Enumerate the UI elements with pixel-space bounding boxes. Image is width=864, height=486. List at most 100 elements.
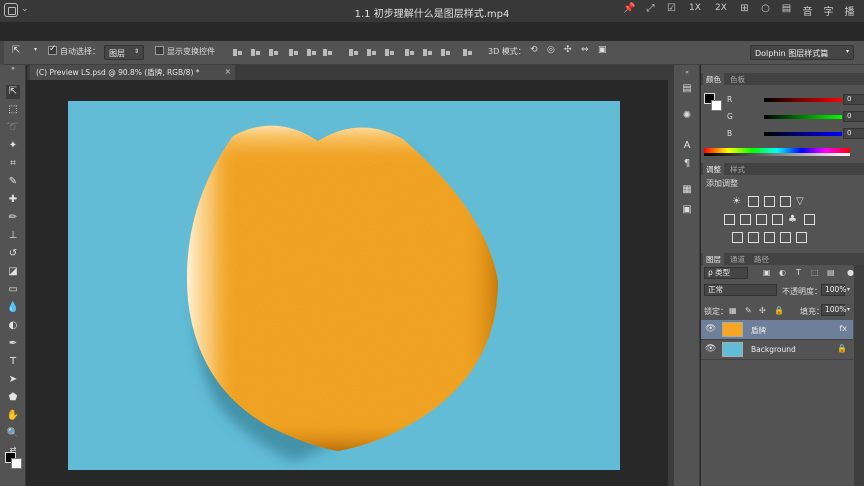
exposure-icon[interactable] (780, 196, 791, 207)
color-spectrum-bar[interactable] (704, 148, 850, 156)
pin-icon[interactable]: 📌 (619, 3, 640, 18)
threshold-icon[interactable] (764, 232, 775, 243)
panel-collapse-icon[interactable]: « (680, 69, 694, 77)
background-color-swatch[interactable] (11, 458, 22, 469)
document-canvas[interactable] (68, 101, 620, 470)
toolbox-collapse-icon[interactable]: » (6, 65, 20, 73)
speed-2x-button[interactable]: 2X (708, 3, 734, 18)
drag-3d-icon[interactable]: ✣ (564, 45, 572, 55)
eye-icon[interactable]: 👁 (705, 344, 716, 354)
magic-wand-tool-icon[interactable]: ✦ (6, 139, 20, 153)
tab-color[interactable]: 颜色 (703, 73, 724, 85)
auto-select-checkbox[interactable]: 自动选择： (48, 44, 100, 57)
filter-pixel-icon[interactable]: ▣ (763, 268, 771, 277)
layer-row-background[interactable]: 👁 Background 🔒 (701, 340, 853, 360)
distribute-hcenter-icon[interactable] (422, 47, 433, 58)
green-slider[interactable] (764, 115, 842, 119)
speed-1x-button[interactable]: 1X (682, 3, 708, 18)
swatches-panel-icon[interactable]: ▦ (680, 183, 694, 197)
gradient-map-icon[interactable] (796, 232, 807, 243)
workspace-switcher[interactable]: Dolphin 图层样式篇 ▾ (750, 45, 854, 60)
align-right-icon[interactable] (322, 47, 333, 58)
document-tab[interactable]: (C) Preview LS.psd @ 90.8% (盾牌, RGB/8) *… (30, 65, 235, 80)
grid-icon[interactable]: ⊞ (734, 3, 755, 18)
list-icon[interactable]: ▤ (776, 3, 797, 18)
dodge-tool-icon[interactable]: ◐ (6, 319, 20, 333)
blur-tool-icon[interactable]: 💧 (6, 301, 20, 315)
blue-value-field[interactable]: 0 (843, 128, 864, 139)
align-hcenter-icon[interactable] (306, 47, 317, 58)
color-balance-icon[interactable] (740, 214, 751, 225)
tab-paths[interactable]: 路径 (751, 253, 772, 265)
red-value-field[interactable]: 0 (843, 94, 864, 105)
pen-tool-icon[interactable]: ✒ (6, 337, 20, 351)
scale-3d-icon[interactable]: ▣ (598, 45, 607, 55)
distribute-right-icon[interactable] (440, 47, 451, 58)
slide-3d-icon[interactable]: ⇔ (581, 45, 589, 55)
auto-select-dropdown[interactable]: 图层 ⇕ (104, 45, 144, 60)
lasso-tool-icon[interactable]: ➰ (6, 121, 20, 135)
filter-smart-object-icon[interactable]: ▤ (827, 268, 835, 277)
tab-layers[interactable]: 图层 (703, 253, 724, 265)
distribute-vcenter-icon[interactable] (366, 47, 377, 58)
audio-button[interactable]: 音 (797, 3, 818, 18)
marquee-tool-icon[interactable]: ⬚ (6, 103, 20, 117)
layers-scrollbar[interactable] (854, 265, 864, 486)
invert-icon[interactable] (732, 232, 743, 243)
eraser-tool-icon[interactable]: ◪ (6, 265, 20, 279)
play-button[interactable]: 播 (839, 3, 860, 18)
zoom-tool-icon[interactable]: 🔍 (6, 427, 20, 441)
subtitle-button[interactable]: 字 (818, 3, 839, 18)
levels-icon[interactable] (748, 196, 759, 207)
expand-icon[interactable]: ⤢ (640, 3, 661, 18)
clone-stamp-tool-icon[interactable]: ⊥ (6, 229, 20, 243)
hand-tool-icon[interactable]: ✋ (6, 409, 20, 423)
move-tool-icon[interactable]: ⇱ (6, 85, 20, 99)
roll-3d-icon[interactable]: ◎ (547, 45, 555, 55)
type-tool-icon[interactable]: T (6, 355, 20, 369)
red-slider[interactable] (764, 98, 842, 102)
close-icon[interactable]: × (225, 67, 231, 76)
properties-panel-icon[interactable]: ▣ (680, 203, 694, 217)
channel-mixer-icon[interactable]: ♣ (788, 214, 799, 225)
tab-adjustments[interactable]: 调整 (703, 163, 724, 175)
fill-dropdown-icon[interactable]: ▾ (847, 306, 850, 313)
gradient-tool-icon[interactable]: ▭ (6, 283, 20, 297)
lock-position-icon[interactable]: ✣ (759, 306, 766, 315)
paragraph-panel-icon[interactable]: ¶ (680, 157, 694, 171)
navigator-panel-icon[interactable]: ✺ (680, 109, 694, 123)
layer-row-shield[interactable]: 👁 盾牌 fx (701, 320, 853, 340)
color-background-swatch[interactable] (711, 100, 722, 111)
checkbox-icon[interactable]: ☑ (661, 3, 682, 18)
history-brush-tool-icon[interactable]: ↺ (6, 247, 20, 261)
move-tool-icon[interactable]: ⇱ (12, 45, 20, 56)
align-vcenter-icon[interactable] (250, 47, 261, 58)
filter-adjustment-icon[interactable]: ◐ (779, 268, 786, 277)
eyedropper-tool-icon[interactable]: ✎ (6, 175, 20, 189)
opacity-dropdown-icon[interactable]: ▾ (847, 286, 850, 293)
filter-shape-icon[interactable]: ⬚ (811, 268, 819, 277)
path-selection-tool-icon[interactable]: ➤ (6, 373, 20, 387)
rotate-3d-icon[interactable]: ⟲ (530, 45, 538, 55)
green-value-field[interactable]: 0 (843, 111, 864, 122)
curves-icon[interactable] (764, 196, 775, 207)
hue-saturation-icon[interactable] (724, 214, 735, 225)
lock-transparency-icon[interactable]: ▦ (729, 306, 737, 315)
opacity-field[interactable]: 100% (821, 284, 846, 296)
align-top-icon[interactable] (232, 47, 243, 58)
character-panel-icon[interactable]: A (680, 139, 694, 153)
healing-brush-tool-icon[interactable]: ✚ (6, 193, 20, 207)
photo-filter-icon[interactable] (772, 214, 783, 225)
distribute-top-icon[interactable] (348, 47, 359, 58)
selective-color-icon[interactable] (780, 232, 791, 243)
lock-all-icon[interactable]: 🔒 (774, 306, 784, 315)
fill-field[interactable]: 100% (821, 304, 846, 316)
tab-styles[interactable]: 样式 (727, 163, 748, 175)
black-white-icon[interactable] (756, 214, 767, 225)
posterize-icon[interactable] (748, 232, 759, 243)
filter-type-icon[interactable]: T (796, 268, 801, 277)
crop-tool-icon[interactable]: ⌗ (6, 157, 20, 171)
tool-preset-dropdown-icon[interactable]: ▾ (34, 46, 37, 53)
show-transform-checkbox[interactable]: 显示变换控件 (155, 46, 215, 57)
filter-toggle-icon[interactable]: ● (847, 268, 854, 277)
